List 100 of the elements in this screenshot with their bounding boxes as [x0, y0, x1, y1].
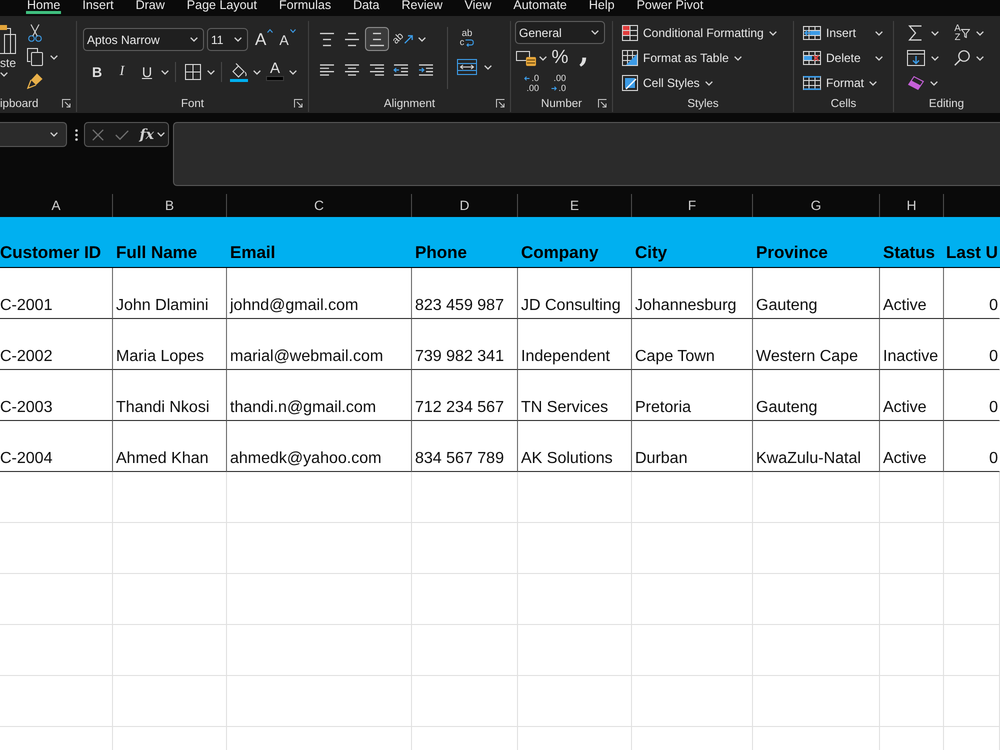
- indent-decrease-icon[interactable]: [393, 64, 409, 76]
- percent-style-button[interactable]: %: [549, 47, 571, 69]
- insert-function-button[interactable]: fx: [140, 126, 165, 142]
- clipboard-icon[interactable]: [0, 23, 16, 55]
- align-lines-icon[interactable]: [369, 64, 385, 76]
- chevron-down-icon[interactable]: [591, 30, 599, 35]
- align-lines-icon[interactable]: [319, 64, 335, 76]
- ribbon-tab[interactable]: Help: [588, 0, 616, 14]
- chevron-down-icon[interactable]: [50, 132, 58, 137]
- arrow-right-icon[interactable]: [551, 86, 558, 90]
- format-table-icon[interactable]: [622, 50, 638, 66]
- empty-cell: [880, 625, 944, 676]
- funnel-icon[interactable]: [960, 28, 970, 38]
- chevron-down-icon[interactable]: [875, 56, 883, 60]
- comma-style-button[interactable]: ,: [573, 47, 595, 69]
- align-lines-icon[interactable]: [319, 32, 335, 46]
- dialog-launcher-icon[interactable]: [62, 99, 71, 108]
- align-lines-icon[interactable]: [344, 32, 360, 46]
- arrow-left-icon[interactable]: [524, 76, 530, 80]
- align-bottom-button[interactable]: [365, 27, 389, 51]
- format-button[interactable]: Format: [803, 72, 883, 94]
- table-cell: Thandi Nkosi: [113, 370, 227, 421]
- chevron-down-icon[interactable]: [931, 30, 939, 36]
- chevron-down-icon[interactable]: [289, 70, 297, 74]
- chevron-down-icon[interactable]: [190, 37, 198, 42]
- orientation-button[interactable]: ab: [390, 28, 416, 50]
- chevron-down-icon[interactable]: [931, 56, 939, 60]
- format-cells-icon[interactable]: [803, 76, 821, 90]
- diagonal-arrow-icon[interactable]: [404, 34, 414, 44]
- font-color-button[interactable]: A: [264, 61, 286, 83]
- formula-input-field[interactable]: [173, 122, 1000, 186]
- ribbon-tab[interactable]: Data: [352, 0, 380, 14]
- table-cell: Maria Lopes: [113, 319, 227, 370]
- ribbon-tab[interactable]: Automate: [512, 0, 568, 14]
- eraser-icon[interactable]: [908, 76, 924, 90]
- table-cell: marial@webmail.com: [227, 319, 412, 370]
- name-box-field[interactable]: [0, 122, 67, 147]
- ribbon-tab[interactable]: Review: [400, 0, 444, 14]
- chevron-down-icon[interactable]: [161, 70, 169, 74]
- wrap-arrow-icon[interactable]: [465, 38, 474, 46]
- align-lines-icon[interactable]: [344, 64, 360, 76]
- chevron-down-icon[interactable]: [768, 30, 777, 36]
- ribbon-tab[interactable]: Insert: [81, 0, 115, 14]
- dialog-launcher-icon[interactable]: [598, 99, 607, 108]
- conditional-formatting-button[interactable]: Conditional Formatting: [622, 22, 777, 44]
- increase-decimal-button[interactable]: .0 .00: [515, 72, 539, 94]
- chevron-down-icon[interactable]: [539, 56, 547, 60]
- wrap-text-button[interactable]: ab c: [455, 27, 479, 49]
- group-label: ipboard: [0, 98, 38, 110]
- italic-button[interactable]: I: [111, 61, 133, 83]
- chevron-down-icon[interactable]: [418, 36, 426, 42]
- font-size-field[interactable]: 11: [207, 28, 248, 51]
- decrease-decimal-button[interactable]: .00 .0: [542, 72, 566, 94]
- ribbon-tab[interactable]: Page Layout: [186, 0, 258, 14]
- chevron-down-icon[interactable]: [976, 30, 984, 36]
- chevron-down-icon[interactable]: [875, 30, 883, 36]
- chevron-down-icon[interactable]: [157, 132, 165, 137]
- ribbon-tab[interactable]: View: [463, 0, 492, 14]
- sort-filter-button[interactable]: A Z: [952, 22, 972, 44]
- chevron-down-icon[interactable]: [207, 70, 215, 74]
- chevron-down-icon[interactable]: [484, 64, 492, 70]
- delete-button[interactable]: Delete: [803, 47, 883, 69]
- chevron-down-icon[interactable]: [234, 37, 242, 42]
- paste-button[interactable]: ste: [0, 21, 18, 95]
- ribbon-tab[interactable]: Draw: [134, 0, 166, 14]
- grow-font-button[interactable]: A: [254, 28, 274, 50]
- insert-button[interactable]: Insert: [803, 22, 883, 44]
- chevron-down-icon[interactable]: [930, 80, 938, 86]
- sigma-icon[interactable]: [908, 25, 922, 41]
- conditional-formatting-icon[interactable]: [622, 25, 638, 41]
- bold-button[interactable]: B: [86, 61, 108, 83]
- chevron-down-icon[interactable]: [253, 70, 261, 74]
- caret-down-icon[interactable]: [290, 28, 296, 32]
- cell-styles-button[interactable]: Cell Styles: [622, 72, 777, 94]
- shrink-font-button[interactable]: A: [278, 28, 297, 50]
- indent-increase-icon[interactable]: [418, 64, 434, 76]
- number-format-field[interactable]: General: [515, 21, 605, 44]
- chevron-down-icon[interactable]: [704, 80, 713, 86]
- dialog-launcher-icon[interactable]: [496, 99, 505, 108]
- font-name-field[interactable]: Aptos Narrow: [83, 28, 204, 51]
- cell-styles-icon[interactable]: [622, 75, 638, 91]
- chevron-down-icon[interactable]: [734, 56, 742, 60]
- delete-cells-icon[interactable]: [803, 51, 821, 65]
- table-cell: Western Cape: [753, 319, 880, 370]
- vertical-dots-icon[interactable]: [75, 128, 78, 140]
- chevron-down-icon[interactable]: [976, 56, 984, 60]
- ribbon-tab[interactable]: Power Pivot: [636, 0, 704, 14]
- money-icon[interactable]: [516, 50, 536, 66]
- chevron-down-icon[interactable]: [50, 54, 58, 60]
- color-swatch-icon[interactable]: [267, 77, 283, 80]
- dialog-launcher-icon[interactable]: [294, 99, 303, 108]
- format-as-table-button[interactable]: Format as Table: [622, 47, 777, 69]
- scissors-icon[interactable]: [28, 24, 42, 42]
- align-lines-icon[interactable]: [369, 32, 385, 46]
- chevron-down-icon[interactable]: [0, 72, 8, 77]
- chevron-down-icon[interactable]: [869, 80, 878, 86]
- caret-up-icon[interactable]: [267, 28, 274, 32]
- underline-button[interactable]: U: [136, 61, 158, 83]
- insert-cells-icon[interactable]: [803, 26, 821, 40]
- ribbon-tab[interactable]: Formulas: [278, 0, 332, 14]
